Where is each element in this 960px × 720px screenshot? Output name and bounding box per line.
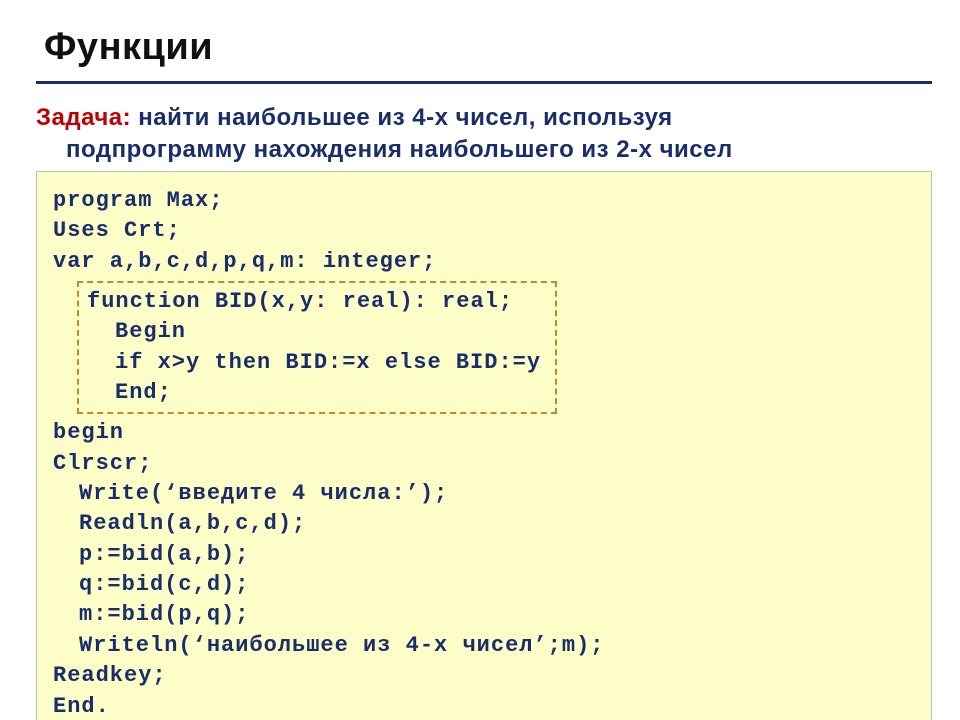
code-line: Begin (115, 317, 543, 347)
code-block: program Max; Uses Crt; var a,b,c,d,p,q,m… (36, 171, 932, 720)
code-line: Readkey; (53, 661, 915, 691)
code-line: Writeln(‘наибольшее из 4-х чисел’;m); (79, 631, 915, 661)
code-line: p:=bid(a,b); (79, 540, 915, 570)
code-line: if x>y then BID:=x else BID:=y (115, 348, 543, 378)
code-line: Readln(a,b,c,d); (79, 509, 915, 539)
slide: Функции Задача: найти наибольшее из 4-х … (0, 0, 960, 720)
code-line: End. (53, 692, 915, 720)
code-line: End; (115, 378, 543, 408)
task-label: Задача: (36, 104, 131, 131)
code-line: program Max; (53, 186, 915, 216)
code-line: var a,b,c,d,p,q,m: integer; (53, 247, 915, 277)
code-line: Clrscr; (53, 449, 915, 479)
code-line: q:=bid(c,d); (79, 570, 915, 600)
task-line1: найти наибольшее из 4-х чисел, используя (131, 104, 673, 131)
task-line2: подпрограмму нахождения наибольшего из 2… (66, 136, 733, 163)
task-text: Задача: найти наибольшее из 4-х чисел, и… (36, 102, 928, 167)
code-line: function BID(x,y: real): real; (87, 287, 543, 317)
code-line: begin (53, 418, 915, 448)
code-line: m:=bid(p,q); (79, 600, 915, 630)
title-rule (36, 81, 932, 84)
code-line: Write(‘введите 4 числа:’); (79, 479, 915, 509)
function-definition-box: function BID(x,y: real): real; Begin if … (77, 281, 557, 414)
slide-title: Функции (44, 26, 932, 69)
code-line: Uses Crt; (53, 216, 915, 246)
